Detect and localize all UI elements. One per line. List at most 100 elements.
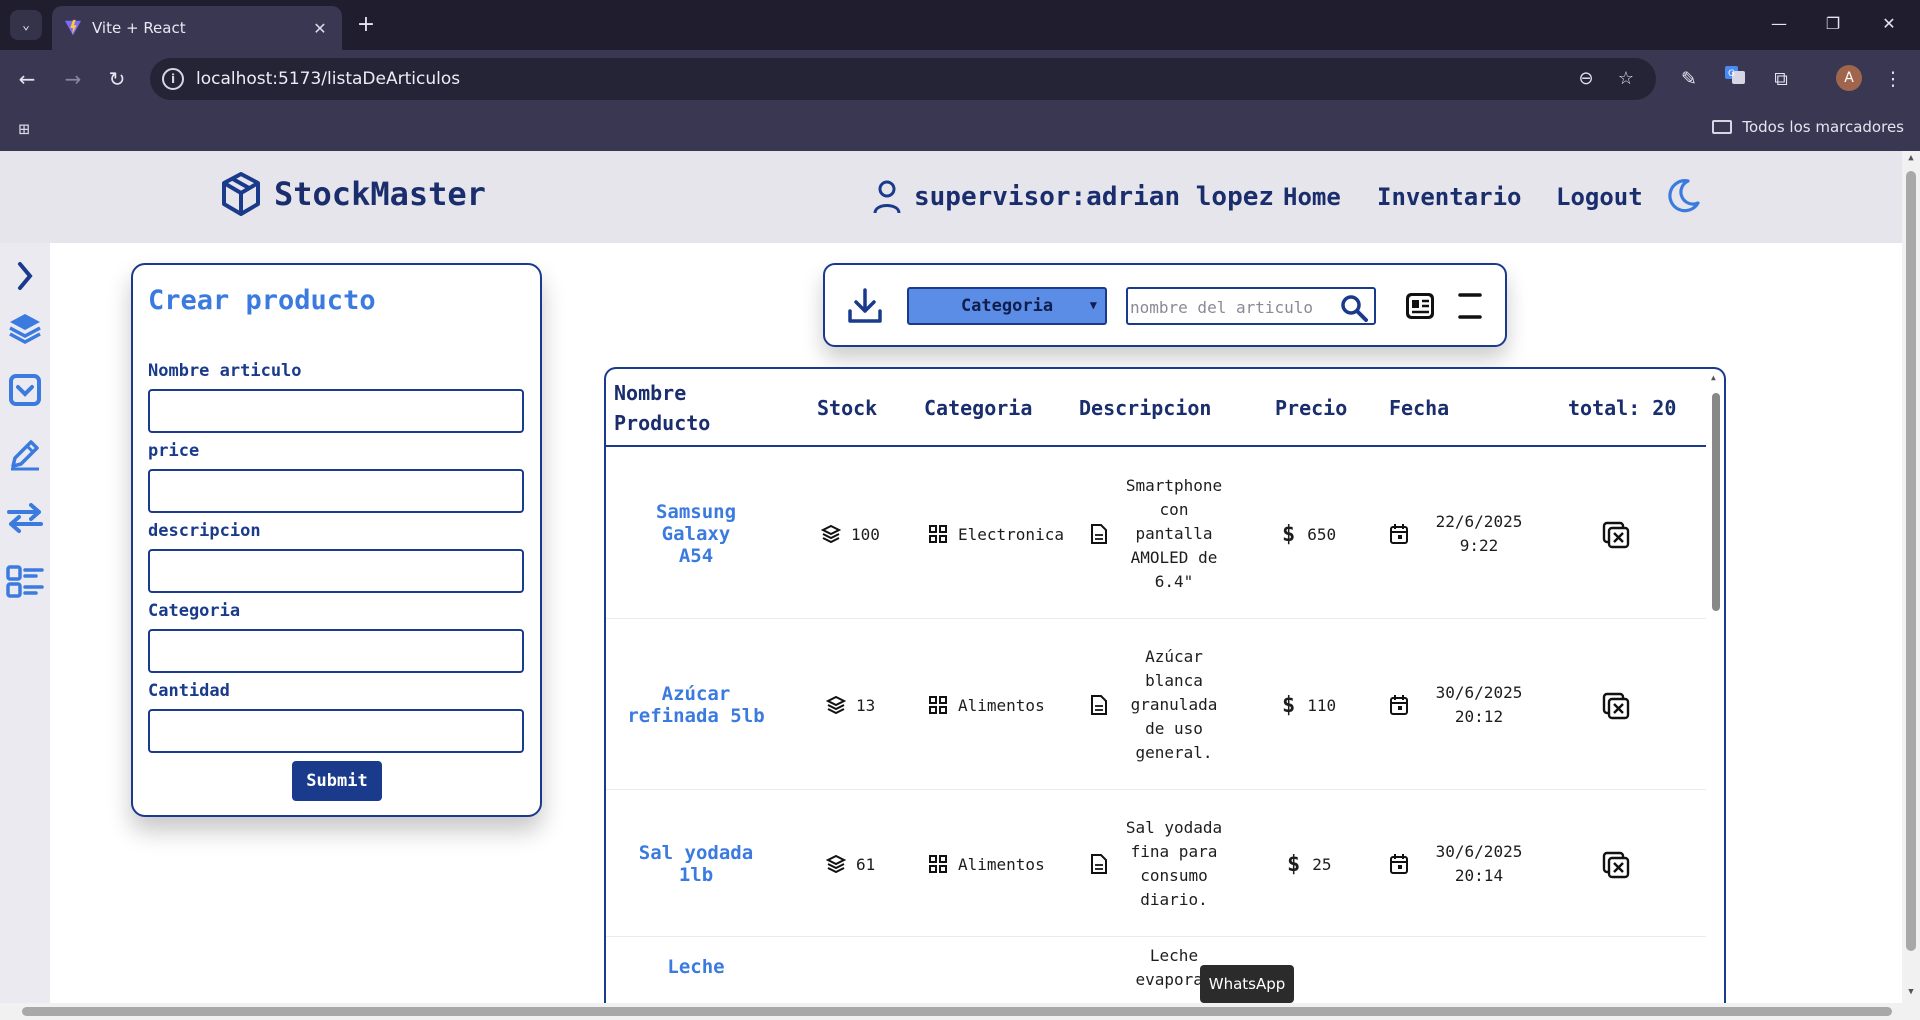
desc-line: de uso [1145,719,1203,738]
date-cell: 22/6/2025 9:22 [1424,449,1534,619]
dollar-icon: $ [1287,851,1301,877]
delete-icon[interactable] [1602,851,1630,879]
nombre-articulo-input[interactable] [148,389,524,433]
price-value: 110 [1307,695,1337,715]
product-name-line1: Samsung Galaxy [655,501,737,545]
header-date[interactable]: Fecha [1389,396,1449,420]
desc-line: blanca [1145,671,1203,690]
cantidad-input[interactable] [148,709,524,753]
desc-line: Smartphone [1125,476,1223,495]
dropdown-box-icon[interactable] [6,371,44,409]
header-stock[interactable]: Stock [817,396,877,420]
search-icon[interactable] [1340,294,1368,322]
extensions-icon[interactable]: ⧉ [1766,64,1796,94]
eyedropper-icon[interactable]: ✎ [1674,64,1704,94]
product-name[interactable]: Azúcar refinada 5lb [616,620,776,790]
categoria-input[interactable] [148,629,524,673]
table-row: Leche Leche evaporad [606,938,1706,1003]
new-tab-button[interactable]: + [352,12,380,40]
price-input[interactable] [148,469,524,513]
table-scroll-thumb[interactable] [1712,393,1720,611]
products-table: Nombre Producto Stock Categoria Descripc… [604,367,1726,1003]
price-cell: $ 110 [1282,620,1336,790]
address-bar[interactable]: i localhost:5173/listaDeArticulos ⊖ ☆ [150,58,1656,100]
site-info-icon[interactable]: i [162,68,184,90]
apps-grid-icon[interactable]: ⊞ [12,118,36,142]
category-select-value: Categoria [960,296,1054,316]
close-window-button[interactable]: ✕ [1866,8,1912,40]
calendar-icon [1390,695,1408,715]
zoom-icon[interactable]: ⊖ [1574,67,1598,91]
descripcion-input[interactable] [148,549,524,593]
price-value: 650 [1307,524,1337,544]
edit-icon[interactable] [6,435,44,473]
menu-icon[interactable] [1455,291,1485,321]
profile-avatar[interactable]: A [1836,65,1862,91]
nav-logout[interactable]: Logout [1556,183,1643,211]
category-select[interactable]: Categoria ▼ [907,287,1107,325]
bookmark-star-icon[interactable]: ☆ [1614,67,1638,91]
category-value: Electronica [958,524,1064,544]
field-label-nombre: Nombre articulo [148,361,302,381]
card-view-icon[interactable] [1404,291,1436,321]
desc-line: 6.4" [1154,572,1194,591]
app-header: StockMaster supervisor:adrian lopez Home… [0,151,1902,243]
category-value: Alimentos [958,695,1045,715]
list-details-icon[interactable] [6,563,44,601]
nav-home[interactable]: Home [1283,183,1341,211]
search-input[interactable] [1130,295,1340,319]
product-name[interactable]: Samsung Galaxy A54 [616,449,776,619]
tab-search-button[interactable]: ⌄ [10,10,42,40]
date-cell: 30/6/2025 20:14 [1424,791,1534,937]
table-scrollbar[interactable]: ▲ [1710,373,1722,1003]
svg-text:G: G [1728,69,1735,79]
bookmarks-bar: ⊞ Todos los marcadores [0,108,1920,151]
description-cell: Azúcar blanca granulada de uso general. [1114,620,1234,790]
layers-icon[interactable] [6,309,44,347]
tab-close-icon[interactable]: ✕ [310,19,330,38]
transfer-arrows-icon[interactable] [6,499,44,537]
stock-value: 100 [851,524,880,544]
page-hscroll-thumb[interactable] [22,1007,1892,1016]
header-price[interactable]: Precio [1275,396,1347,420]
restore-button[interactable]: ❐ [1810,8,1856,40]
scroll-up-arrow[interactable]: ▲ [1711,373,1716,382]
tab-title: Vite + React [92,19,186,37]
category-value: Alimentos [958,854,1045,874]
delete-icon[interactable] [1602,521,1630,549]
header-name-line1: Nombre [614,381,687,405]
all-bookmarks-folder[interactable]: Todos los marcadores [1712,118,1904,136]
header-category[interactable]: Categoria [924,396,1032,420]
calendar-icon [1390,854,1408,874]
delete-icon[interactable] [1602,692,1630,720]
product-name[interactable]: Sal yodada 1lb [616,791,776,937]
nav-inventario[interactable]: Inventario [1377,183,1522,211]
download-icon[interactable] [847,287,883,325]
scroll-up-arrow[interactable]: ▲ [1906,153,1916,163]
translate-glyph: G [1725,66,1745,84]
page-scroll-thumb[interactable] [1906,171,1916,951]
whatsapp-tooltip: WhatsApp [1200,965,1294,1003]
reload-button[interactable]: ↻ [102,64,132,94]
forward-button[interactable]: → [58,64,88,94]
product-name[interactable]: Leche [616,952,776,982]
brand-logo[interactable]: StockMaster [220,171,486,217]
expand-sidebar-icon[interactable] [6,257,44,295]
category-cell: Electronica [928,449,1064,619]
back-button[interactable]: ← [12,64,42,94]
page-horizontal-scrollbar[interactable] [0,1003,1920,1020]
browser-tabstrip: ⌄ Vite + React ✕ + — ❐ ✕ [0,0,1920,50]
url-text[interactable]: localhost:5173/listaDeArticulos [196,69,460,89]
minimize-button[interactable]: — [1756,8,1802,40]
search-field[interactable] [1126,287,1376,325]
translate-icon[interactable]: G [1720,64,1750,94]
dark-mode-toggle-icon[interactable] [1664,177,1702,215]
browser-tab[interactable]: Vite + React ✕ [52,6,342,50]
submit-button[interactable]: Submit [292,761,382,801]
desc-line: granulada [1130,695,1218,714]
calendar-icon [1390,524,1408,544]
browser-menu-icon[interactable]: ⋮ [1878,64,1908,94]
document-icon [1091,524,1107,544]
page-vertical-scrollbar[interactable]: ▲ ▼ [1902,151,1920,1003]
scroll-down-arrow[interactable]: ▼ [1906,987,1916,997]
